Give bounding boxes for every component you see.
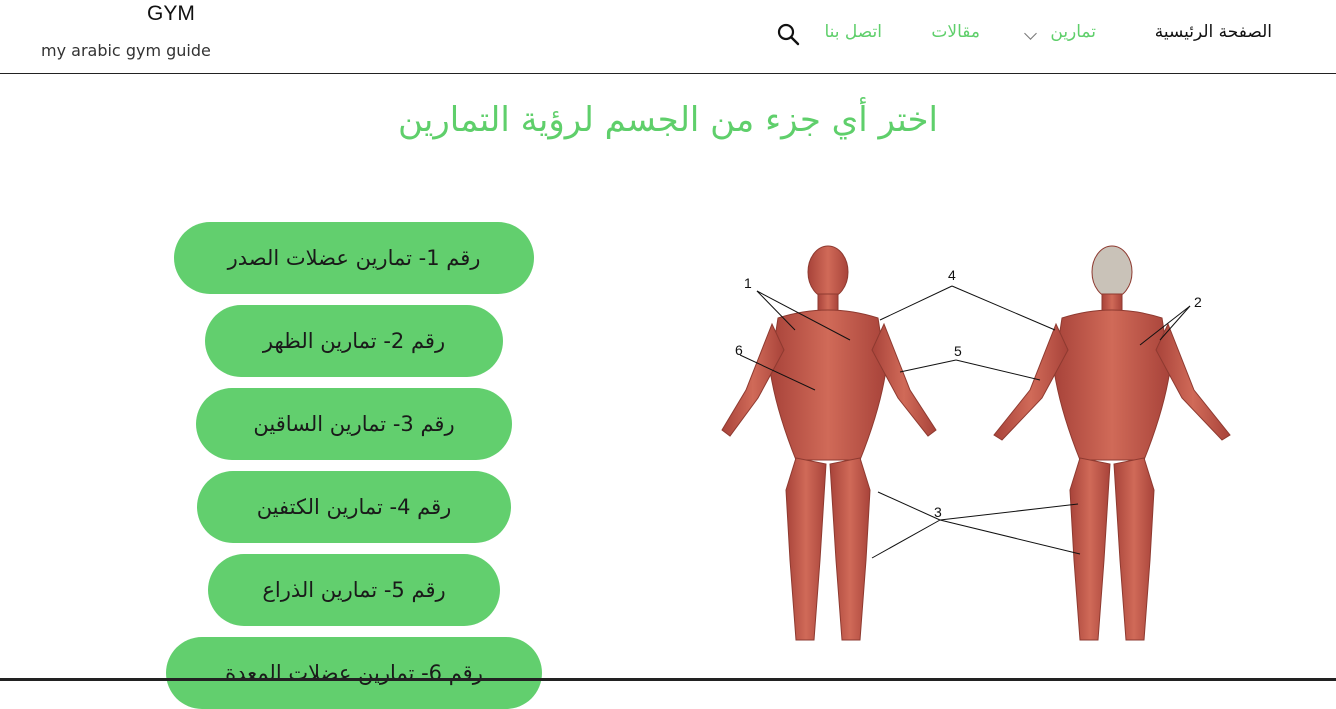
- site-title[interactable]: GYM: [147, 2, 195, 26]
- chevron-down-icon[interactable]: [1024, 27, 1037, 40]
- abs-exercises-button[interactable]: رقم 6- تمارين عضلات المعدة: [166, 637, 542, 709]
- nav-exercises[interactable]: تمارين: [1050, 22, 1096, 42]
- search-icon[interactable]: [776, 22, 800, 46]
- shoulders-exercises-button[interactable]: رقم 4- تمارين الكتفين: [197, 471, 511, 543]
- diagram-label-5: 5: [954, 343, 962, 359]
- diagram-label-4: 4: [948, 267, 956, 283]
- page-heading: اختر أي جزء من الجسم لرؤية التمارين: [397, 100, 939, 140]
- nav-articles[interactable]: مقالات: [931, 22, 980, 42]
- diagram-label-6: 6: [735, 342, 743, 358]
- front-body-figure: [721, 245, 937, 641]
- legs-exercises-button[interactable]: رقم 3- تمارين الساقين: [196, 388, 512, 460]
- nav-home[interactable]: الصفحة الرئيسية: [1155, 22, 1272, 42]
- site-header: GYM my arabic gym guide الصفحة الرئيسية …: [0, 0, 1336, 74]
- muscle-anatomy-diagram: 1 2 3 4 5 6: [721, 245, 1231, 641]
- site-tagline: my arabic gym guide: [41, 41, 211, 60]
- arms-exercises-button[interactable]: رقم 5- تمارين الذراع: [208, 554, 500, 626]
- nav-contact[interactable]: اتصل بنا: [824, 22, 882, 42]
- diagram-label-1: 1: [744, 275, 752, 291]
- diagram-label-2: 2: [1194, 294, 1202, 310]
- chest-exercises-button[interactable]: رقم 1- تمارين عضلات الصدر: [174, 222, 534, 294]
- back-exercises-button[interactable]: رقم 2- تمارين الظهر: [205, 305, 503, 377]
- diagram-label-3: 3: [934, 504, 942, 520]
